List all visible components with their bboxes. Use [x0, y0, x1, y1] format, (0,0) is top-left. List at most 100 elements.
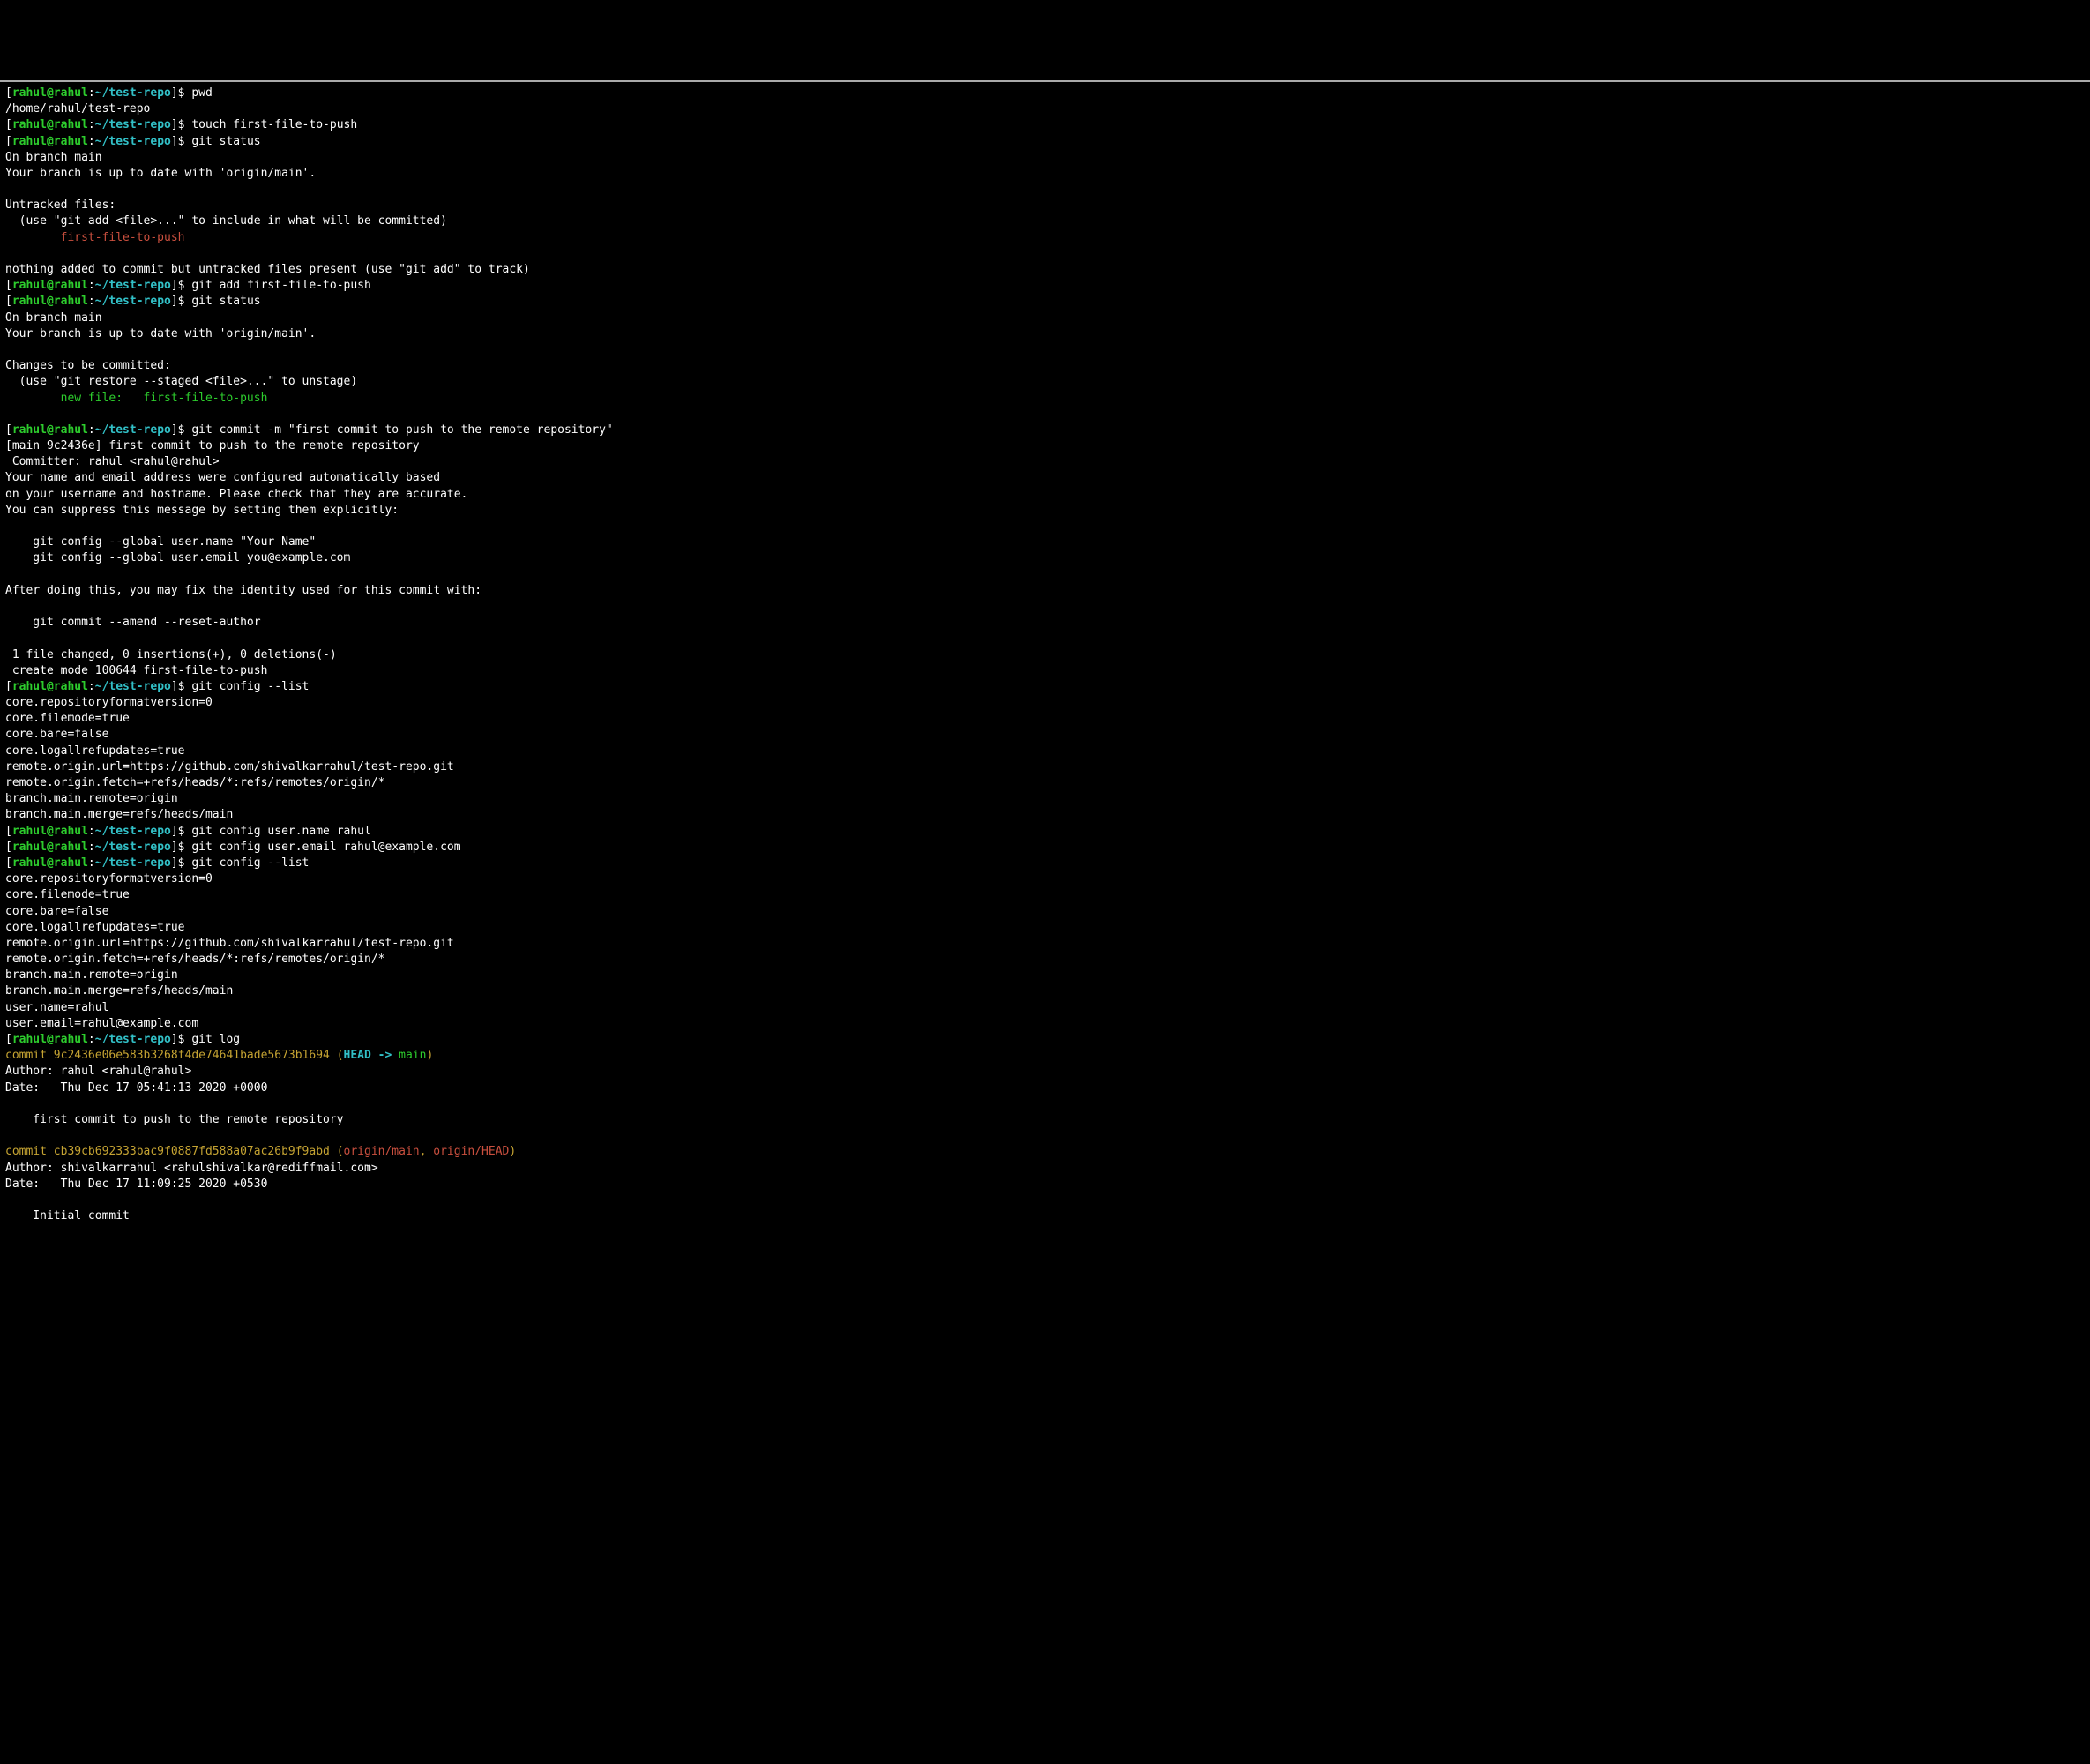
prompt-path: ~/test-repo [95, 118, 171, 131]
comma: , [420, 1145, 434, 1158]
ref-origin-main: origin/main [344, 1145, 420, 1158]
ref-origin-head: origin/HEAD [433, 1145, 509, 1158]
terminal-line: [rahul@rahul:~/test-repo]$ git config us… [5, 824, 2085, 840]
prompt-path: ~/test-repo [95, 423, 171, 437]
prompt-bracket-open: [ [5, 423, 12, 437]
terminal-line: [rahul@rahul:~/test-repo]$ touch first-f… [5, 117, 2085, 133]
terminal-line: [main 9c2436e] first commit to push to t… [5, 438, 2085, 454]
terminal-line: On branch main [5, 150, 2085, 166]
prompt-colon: : [88, 86, 95, 100]
prompt-user-host: rahul@rahul [12, 279, 88, 292]
prompt-dollar: $ [178, 1033, 192, 1046]
prompt-bracket-open: [ [5, 1033, 12, 1046]
commit-hash: commit cb39cb692333bac9f0887fd588a07ac26… [5, 1145, 337, 1158]
terminal-line [5, 631, 2085, 647]
prompt-path: ~/test-repo [95, 135, 171, 148]
prompt-dollar: $ [178, 680, 192, 693]
prompt-bracket-open: [ [5, 856, 12, 870]
command-text: git config user.name rahul [191, 825, 371, 838]
terminal-line: Your branch is up to date with 'origin/m… [5, 166, 2085, 182]
command-text: git add first-file-to-push [191, 279, 371, 292]
terminal-line: remote.origin.url=https://github.com/shi… [5, 936, 2085, 952]
prompt-user-host: rahul@rahul [12, 1033, 88, 1046]
prompt-bracket-close: ] [171, 856, 178, 870]
terminal-line: core.repositoryformatversion=0 [5, 871, 2085, 887]
command-text: pwd [191, 86, 212, 100]
prompt-dollar: $ [178, 825, 192, 838]
terminal-line [5, 407, 2085, 422]
prompt-bracket-open: [ [5, 295, 12, 308]
prompt-dollar: $ [178, 295, 192, 308]
prompt-path: ~/test-repo [95, 841, 171, 854]
prompt-bracket-close: ] [171, 825, 178, 838]
prompt-colon: : [88, 1033, 95, 1046]
terminal-line [5, 1128, 2085, 1144]
terminal-line [5, 246, 2085, 262]
prompt-bracket-close: ] [171, 86, 178, 100]
terminal-line: git config --global user.name "Your Name… [5, 534, 2085, 550]
terminal-line: remote.origin.fetch=+refs/heads/*:refs/r… [5, 952, 2085, 968]
command-text: git status [191, 135, 260, 148]
prompt-bracket-open: [ [5, 118, 12, 131]
prompt-colon: : [88, 295, 95, 308]
prompt-bracket-close: ] [171, 118, 178, 131]
terminal-line: core.filemode=true [5, 887, 2085, 903]
ref-head: HEAD -> [344, 1049, 399, 1062]
terminal-line: branch.main.merge=refs/heads/main [5, 983, 2085, 999]
prompt-path: ~/test-repo [95, 295, 171, 308]
terminal-line: [rahul@rahul:~/test-repo]$ git config --… [5, 856, 2085, 871]
terminal-line [5, 182, 2085, 198]
terminal-line: core.bare=false [5, 727, 2085, 743]
prompt-colon: : [88, 841, 95, 854]
command-text: git status [191, 295, 260, 308]
prompt-colon: : [88, 423, 95, 437]
terminal-line: Author: rahul <rahul@rahul> [5, 1064, 2085, 1080]
terminal-line: remote.origin.fetch=+refs/heads/*:refs/r… [5, 775, 2085, 791]
command-text: git config user.email rahul@example.com [191, 841, 460, 854]
terminal-line: Your branch is up to date with 'origin/m… [5, 326, 2085, 342]
prompt-bracket-open: [ [5, 279, 12, 292]
terminal-line [5, 342, 2085, 358]
command-text: git commit -m "first commit to push to t… [191, 423, 612, 437]
prompt-user-host: rahul@rahul [12, 680, 88, 693]
terminal-line: core.filemode=true [5, 711, 2085, 727]
terminal-line: [rahul@rahul:~/test-repo]$ git commit -m… [5, 422, 2085, 438]
terminal-line: [rahul@rahul:~/test-repo]$ git status [5, 294, 2085, 310]
terminal-line: core.logallrefupdates=true [5, 920, 2085, 936]
prompt-path: ~/test-repo [95, 856, 171, 870]
terminal-line: (use "git restore --staged <file>..." to… [5, 374, 2085, 390]
prompt-colon: : [88, 856, 95, 870]
terminal-line: Your name and email address were configu… [5, 470, 2085, 486]
terminal-line: [rahul@rahul:~/test-repo]$ git config us… [5, 840, 2085, 856]
prompt-user-host: rahul@rahul [12, 856, 88, 870]
terminal-line: first commit to push to the remote repos… [5, 1112, 2085, 1128]
terminal-line [5, 519, 2085, 534]
terminal-line: Date: Thu Dec 17 05:41:13 2020 +0000 [5, 1080, 2085, 1096]
commit-hash: commit 9c2436e06e583b3268f4de74641bade56… [5, 1049, 337, 1062]
prompt-dollar: $ [178, 135, 192, 148]
command-text: git config --list [191, 680, 309, 693]
terminal-line: branch.main.remote=origin [5, 791, 2085, 807]
prompt-user-host: rahul@rahul [12, 86, 88, 100]
terminal-line [5, 1192, 2085, 1208]
terminal-line: Author: shivalkarrahul <rahulshivalkar@r… [5, 1161, 2085, 1177]
prompt-path: ~/test-repo [95, 825, 171, 838]
terminal-line: On branch main [5, 310, 2085, 326]
prompt-bracket-close: ] [171, 295, 178, 308]
prompt-path: ~/test-repo [95, 279, 171, 292]
terminal-line: (use "git add <file>..." to include in w… [5, 213, 2085, 229]
terminal-line: [rahul@rahul:~/test-repo]$ git log [5, 1032, 2085, 1048]
terminal-line: Changes to be committed: [5, 358, 2085, 374]
prompt-colon: : [88, 135, 95, 148]
terminal-line: branch.main.remote=origin [5, 968, 2085, 983]
prompt-bracket-open: [ [5, 825, 12, 838]
terminal-line: /home/rahul/test-repo [5, 101, 2085, 117]
prompt-bracket-close: ] [171, 279, 178, 292]
prompt-user-host: rahul@rahul [12, 825, 88, 838]
terminal-line: [rahul@rahul:~/test-repo]$ git config --… [5, 679, 2085, 695]
terminal-line: nothing added to commit but untracked fi… [5, 262, 2085, 278]
terminal-window[interactable]: [rahul@rahul:~/test-repo]$ pwd/home/rahu… [0, 80, 2090, 1228]
prompt-user-host: rahul@rahul [12, 423, 88, 437]
paren-close: ) [426, 1049, 433, 1062]
terminal-line: user.name=rahul [5, 1000, 2085, 1016]
